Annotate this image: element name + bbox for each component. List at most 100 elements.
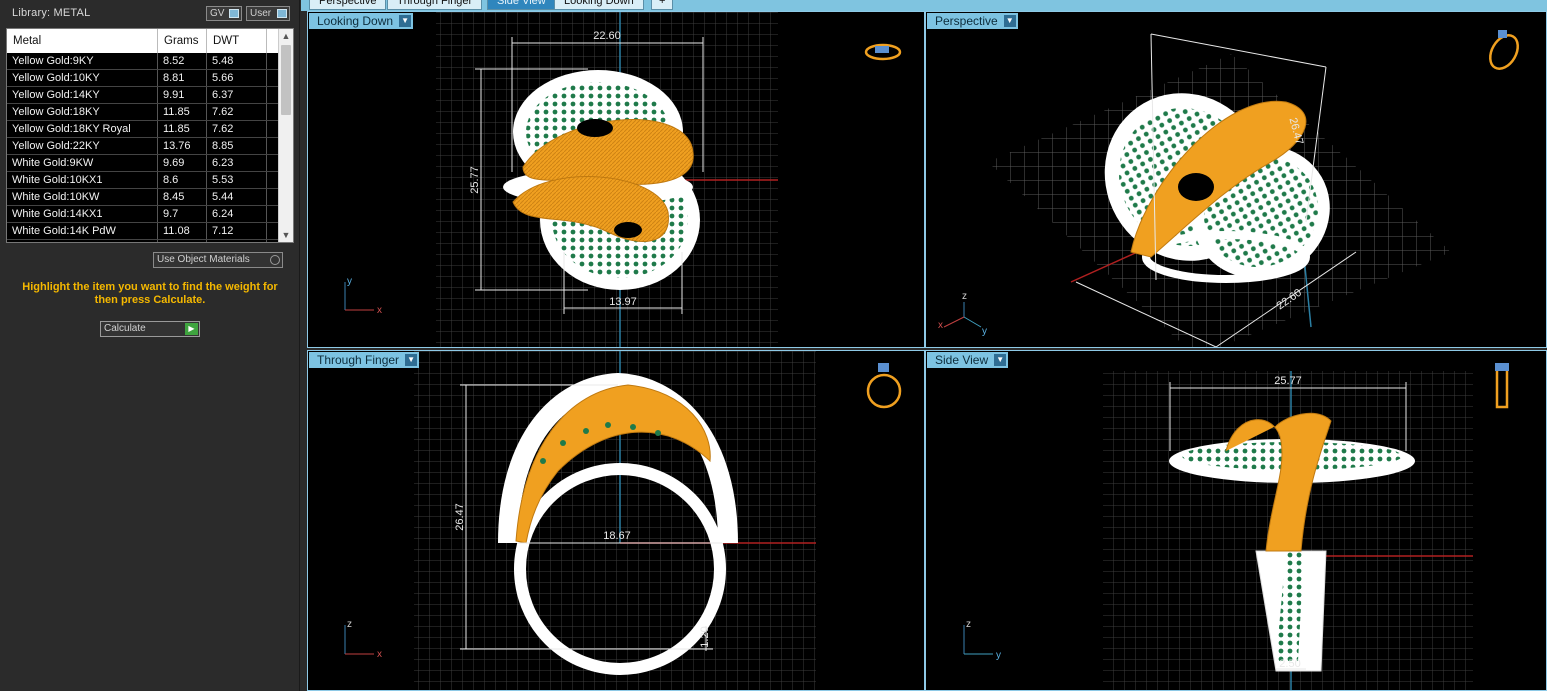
axis-label-y: y <box>347 276 352 287</box>
radio-icon <box>270 255 280 265</box>
chevron-down-icon[interactable]: ▼ <box>1003 15 1016 27</box>
grams-cell: 8.52 <box>158 53 207 69</box>
library-label: Library: METAL <box>12 7 91 19</box>
dwt-cell: 7.12 <box>207 223 267 239</box>
table-row[interactable]: Yellow Gold:22KY 13.76 8.85 <box>7 138 279 155</box>
grams-cell: 13.76 <box>158 138 207 154</box>
table-row[interactable]: White Gold:14KX1 9.7 6.24 <box>7 206 279 223</box>
side-view-canvas: 25.77 2.50 z y <box>963 363 1509 690</box>
view-cube-ring-icon[interactable] <box>866 363 902 409</box>
table-row[interactable]: White Gold:14K PdW 11.08 7.12 <box>7 223 279 240</box>
app-window: Library: METAL GV User Metal Grams DWT Y… <box>0 0 1547 691</box>
viewport-looking-down[interactable]: Looking Down ▼ 22.60 25.77 13.97 y x <box>307 11 925 348</box>
metal-weight-panel: Library: METAL GV User Metal Grams DWT Y… <box>0 0 300 691</box>
table-row[interactable]: Yellow Gold:14KY 9.91 6.37 <box>7 87 279 104</box>
user-toggle[interactable]: User <box>246 6 290 21</box>
grams-cell: 9.69 <box>158 155 207 171</box>
grams-cell: 8.6 <box>158 172 207 188</box>
scrollbar-thumb[interactable] <box>281 45 291 115</box>
grams-cell: 8.45 <box>158 189 207 205</box>
dwt-cell: 7.62 <box>207 121 267 137</box>
viewport-title: Looking Down <box>317 14 394 28</box>
gv-toggle[interactable]: GV <box>206 6 242 21</box>
chevron-down-icon[interactable]: ▼ <box>994 354 1007 366</box>
metal-cell: White Gold:14K PdW <box>7 223 158 239</box>
axis-label-x: x <box>377 649 382 660</box>
dimension-length: 25.77 <box>469 166 481 194</box>
grams-cell: 9.6 <box>158 240 207 242</box>
view-cube-ring-icon[interactable] <box>864 43 902 61</box>
tab-looking-down[interactable]: Looking Down <box>554 0 644 10</box>
dimension-inner-diameter: 18.67 <box>603 530 631 542</box>
table-row[interactable]: White Gold:9KW 9.69 6.23 <box>7 155 279 172</box>
table-row[interactable]: Yellow Gold:10KY 8.81 5.66 <box>7 70 279 87</box>
metal-cell: Yellow Gold:22KY <box>7 138 158 154</box>
axis-label-y: y <box>982 326 987 337</box>
table-row[interactable]: Yellow Gold:18KY Royal 11.85 7.62 <box>7 121 279 138</box>
grams-cell: 9.91 <box>158 87 207 103</box>
table-header: Metal Grams DWT <box>7 29 279 53</box>
grams-cell: 8.81 <box>158 70 207 86</box>
column-header-metal[interactable]: Metal <box>7 29 158 53</box>
table-row[interactable]: White Gold:14KW9.67.52 <box>7 240 279 242</box>
calculate-label: Calculate <box>104 323 146 334</box>
user-toggle-icon <box>277 9 287 18</box>
metal-cell: White Gold:9KW <box>7 155 158 171</box>
dwt-cell: 6.23 <box>207 155 267 171</box>
viewport-label-perspective[interactable]: Perspective ▼ <box>927 13 1018 29</box>
viewport-label-looking-down[interactable]: Looking Down ▼ <box>309 13 414 29</box>
column-header-dwt[interactable]: DWT <box>207 29 267 53</box>
axis-label-y: y <box>996 650 1001 661</box>
metal-cell: Yellow Gold:14KY <box>7 87 158 103</box>
dimension-height: 26.47 <box>454 503 466 531</box>
axis-label-x: x <box>938 320 943 331</box>
tab-perspective[interactable]: Perspective <box>309 0 387 10</box>
viewport-perspective[interactable]: Perspective ▼ 26.47 22.60 z x y <box>925 11 1547 348</box>
metal-cell: Yellow Gold:18KY <box>7 104 158 120</box>
scroll-down-icon[interactable]: ▼ <box>279 228 293 242</box>
grams-cell: 11.85 <box>158 121 207 137</box>
dwt-cell: 5.48 <box>207 53 267 69</box>
user-toggle-label: User <box>250 8 272 19</box>
dwt-cell: 6.37 <box>207 87 267 103</box>
dwt-cell: 6.24 <box>207 206 267 222</box>
perspective-canvas: 26.47 22.60 z x y <box>938 30 1524 347</box>
gv-toggle-label: GV <box>210 8 225 19</box>
tab-through-finger[interactable]: Through Finger <box>387 0 483 10</box>
dimension-width: 22.60 <box>593 30 621 42</box>
through-finger-canvas: 26.47 18.67 1.20 z x <box>344 351 902 690</box>
gv-toggle-icon <box>229 9 239 18</box>
viewport-label-side-view[interactable]: Side View ▼ <box>927 352 1009 368</box>
table-row[interactable]: White Gold:10KW 8.45 5.44 <box>7 189 279 206</box>
scroll-up-icon[interactable]: ▲ <box>279 29 293 43</box>
dwt-cell: 8.85 <box>207 138 267 154</box>
tab-side-view[interactable]: Side View <box>487 0 556 10</box>
viewport-through-finger[interactable]: Through Finger ▼ 26.47 18.67 1.20 z x <box>307 350 925 691</box>
viewport-title: Through Finger <box>317 353 400 367</box>
axis-label-z: z <box>962 291 967 302</box>
use-object-materials-toggle[interactable]: Use Object Materials <box>153 252 283 268</box>
metal-cell: Yellow Gold:18KY Royal <box>7 121 158 137</box>
table-row[interactable]: Yellow Gold:18KY 11.85 7.62 <box>7 104 279 121</box>
table-scrollbar[interactable]: ▲ ▼ <box>278 29 293 242</box>
chevron-down-icon[interactable]: ▼ <box>399 15 412 27</box>
dwt-cell: 7.52 <box>207 240 267 242</box>
view-cube-ring-icon[interactable] <box>1485 30 1524 74</box>
dimension-thickness: 1.20 <box>699 626 711 647</box>
dwt-cell: 5.44 <box>207 189 267 205</box>
viewport-label-through-finger[interactable]: Through Finger ▼ <box>309 352 420 368</box>
column-header-grams[interactable]: Grams <box>158 29 207 53</box>
table-row[interactable]: White Gold:10KX1 8.6 5.53 <box>7 172 279 189</box>
add-tab-icon[interactable]: + <box>651 0 674 10</box>
table-body: Yellow Gold:9KY 8.52 5.48 Yellow Gold:10KY 8… <box>7 53 279 242</box>
viewport-side-view[interactable]: Side View ▼ 25.77 2.50 z y <box>925 350 1547 691</box>
use-object-materials-label: Use Object Materials <box>157 254 250 265</box>
metal-cell: White Gold:10KW <box>7 189 158 205</box>
chevron-down-icon[interactable]: ▼ <box>405 354 418 366</box>
metal-cell: Yellow Gold:9KY <box>7 53 158 69</box>
calculate-button[interactable]: Calculate ▶ <box>100 321 200 337</box>
view-cube-ring-icon[interactable] <box>1495 363 1509 409</box>
metal-cell: White Gold:14KW <box>7 240 158 242</box>
metal-cell: White Gold:10KX1 <box>7 172 158 188</box>
table-row[interactable]: Yellow Gold:9KY 8.52 5.48 <box>7 53 279 70</box>
